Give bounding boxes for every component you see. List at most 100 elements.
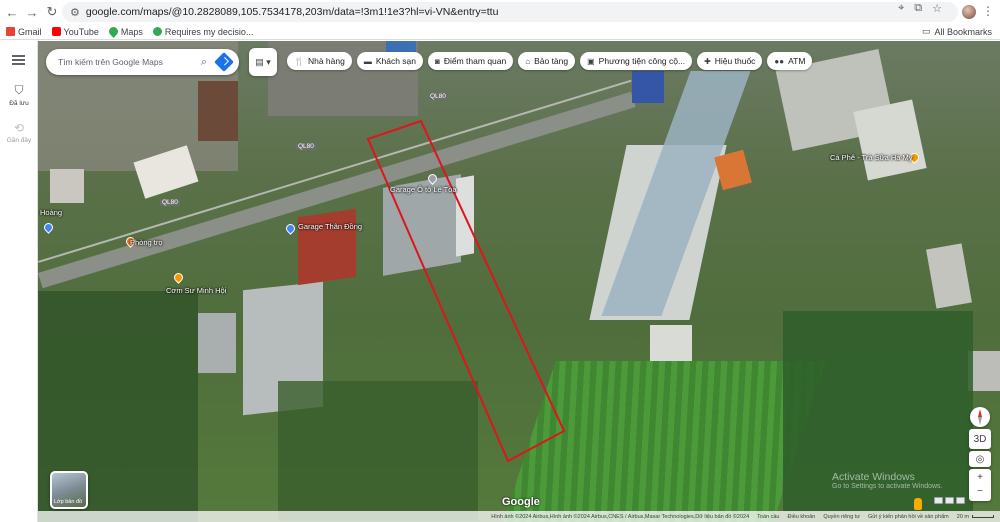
google-watermark: Google xyxy=(502,496,540,508)
check-circle-icon xyxy=(152,27,162,36)
zoom-controls: + − xyxy=(969,469,991,501)
chip-restaurants[interactable]: 🍴 Nhà hàng xyxy=(287,52,352,70)
camera-icon: ◙ xyxy=(435,56,440,66)
place-label[interactable]: Garage Thân Đồng xyxy=(298,222,362,231)
browser-toolbar: ← → ↻ ⚙ google.com/maps/@10.2828089,105.… xyxy=(0,0,1000,24)
layers-icon: ▤ ▾ xyxy=(255,56,271,67)
tilt-label: 3D xyxy=(973,433,987,445)
thumbnail[interactable] xyxy=(945,497,954,504)
map-layer-switcher[interactable]: Lớp bản đồ xyxy=(50,471,88,509)
chip-label: Khách sạn xyxy=(375,56,417,66)
location-icon[interactable]: ⌖ xyxy=(898,2,904,15)
chip-label: Phương tiện công cộ... xyxy=(598,56,686,66)
transit-icon: ▣ xyxy=(587,56,595,66)
reload-icon[interactable]: ↻ xyxy=(42,2,62,22)
thumbnail[interactable] xyxy=(956,497,965,504)
layers-toggle-button[interactable]: ▤ ▾ xyxy=(249,48,277,76)
footer-link[interactable]: Điều khoản xyxy=(788,514,816,520)
rail-recent[interactable]: ⟲ Gần đây xyxy=(0,121,38,144)
footer-link[interactable]: Toàn cầu xyxy=(757,514,779,520)
thumbnail[interactable] xyxy=(934,497,943,504)
place-label[interactable]: Cà Phê - Trà Sữa Hà My xyxy=(830,153,913,162)
chip-label: ATM xyxy=(788,56,806,66)
footer-link[interactable]: Gửi ý kiến phản hồi về sản phẩm xyxy=(868,514,949,520)
chip-atm[interactable]: ●● ATM xyxy=(767,52,813,70)
place-label[interactable]: Phòng trọ xyxy=(130,238,163,247)
rooftop xyxy=(650,325,692,363)
rooftop xyxy=(50,169,84,203)
directions-icon[interactable] xyxy=(214,52,234,72)
tilt-3d-button[interactable]: 3D xyxy=(969,429,991,449)
scale-bar[interactable]: 20 m xyxy=(957,514,994,520)
compass-icon[interactable] xyxy=(970,407,990,427)
maps-search-box[interactable]: Tìm kiếm trên Google Maps ⌕ xyxy=(46,49,239,75)
search-icon[interactable]: ⌕ xyxy=(201,56,207,69)
map-footer: Hình ảnh ©2024 Airbus,Hình ảnh ©2024 Air… xyxy=(38,511,1000,522)
all-bookmarks-label: All Bookmarks xyxy=(934,26,992,37)
chip-label: Hiệu thuốc xyxy=(714,56,756,66)
bookmarks-bar: Gmail YouTube Maps Requires my decisio..… xyxy=(0,24,1000,40)
bookmark-decisions[interactable]: Requires my decisio... xyxy=(152,26,254,37)
zoom-in-button[interactable]: + xyxy=(977,471,983,485)
place-label[interactable]: Cơm Sư Minh Hội xyxy=(166,286,226,295)
back-icon[interactable]: ← xyxy=(2,2,22,22)
rooftop xyxy=(198,81,238,141)
chip-transit[interactable]: ▣ Phương tiện công cộ... xyxy=(580,52,693,70)
bookmark-label: Gmail xyxy=(18,26,42,37)
all-bookmarks[interactable]: ▭ All Bookmarks xyxy=(922,26,992,37)
chip-pharmacy[interactable]: ✚ Hiệu thuốc xyxy=(697,52,763,70)
chip-label: Điểm tham quan xyxy=(443,56,507,66)
restaurant-icon: 🍴 xyxy=(294,56,304,66)
bookmark-label: Maps xyxy=(120,26,143,37)
address-bar[interactable]: ⚙ google.com/maps/@10.2828089,105.753417… xyxy=(62,2,958,22)
red-roof xyxy=(298,208,356,286)
rail-recent-label: Gần đây xyxy=(6,137,32,144)
omnibox-actions: ⌖ ⧉ ☆ xyxy=(898,2,942,15)
zoom-out-button[interactable]: − xyxy=(977,485,983,499)
search-input[interactable]: Tìm kiếm trên Google Maps xyxy=(58,57,201,67)
category-chips: 🍴 Nhà hàng ▬ Khách sạn ◙ Điểm tham quan ⌂ Bả… xyxy=(287,52,813,70)
atm-icon: ●● xyxy=(774,56,785,66)
chip-hotels[interactable]: ▬ Khách sạn xyxy=(356,52,424,70)
forward-icon[interactable]: → xyxy=(22,2,42,22)
bookmark-maps[interactable]: Maps xyxy=(107,25,143,38)
pharmacy-icon: ✚ xyxy=(704,56,711,66)
windows-activation-notice: Activate Windows Go to Settings to activ… xyxy=(832,471,943,490)
install-icon[interactable]: ⧉ xyxy=(914,2,922,15)
browser-menu-icon[interactable]: ⋮ xyxy=(982,4,994,18)
chip-museums[interactable]: ⌂ Bảo tàng xyxy=(518,52,576,70)
folder-icon: ▭ xyxy=(921,26,931,36)
bookmark-youtube[interactable]: YouTube xyxy=(51,26,99,37)
profile-avatar[interactable] xyxy=(962,5,976,19)
bookmark-gmail[interactable]: Gmail xyxy=(6,27,42,37)
hotel-icon: ▬ xyxy=(363,56,372,66)
url-text[interactable]: google.com/maps/@10.2828089,105.7534178,… xyxy=(86,6,499,18)
chip-attractions[interactable]: ◙ Điểm tham quan xyxy=(428,52,514,70)
bookmark-label: YouTube xyxy=(63,26,99,37)
activation-subtitle: Go to Settings to activate Windows. xyxy=(832,483,943,490)
location-target-icon: ◎ xyxy=(975,453,985,465)
warehouse-roof xyxy=(456,175,474,257)
rail-saved[interactable]: ⛉ Đã lưu xyxy=(0,83,38,107)
site-info-icon[interactable]: ⚙ xyxy=(70,6,80,19)
menu-icon[interactable] xyxy=(12,55,25,65)
maps-icon xyxy=(107,25,120,38)
imagery-thumbnails xyxy=(934,497,965,504)
bookmark-star-icon[interactable]: ☆ xyxy=(932,2,942,15)
crop-field xyxy=(500,361,826,522)
place-label[interactable]: Garage Ô tô Lê Tòa xyxy=(390,185,457,194)
youtube-icon xyxy=(51,27,61,36)
place-label[interactable]: Hoàng xyxy=(40,208,62,217)
museum-icon: ⌂ xyxy=(525,56,531,66)
my-location-button[interactable]: ◎ xyxy=(969,451,991,467)
footer-link[interactable]: Quyền riêng tư xyxy=(823,514,860,520)
tree-cover xyxy=(278,381,478,521)
maps-side-rail: ⛉ Đã lưu ⟲ Gần đây xyxy=(0,41,38,522)
bookmark-label: Requires my decisio... xyxy=(164,26,254,37)
road-label: QL80 xyxy=(296,143,316,150)
attribution-text: Hình ảnh ©2024 Airbus,Hình ảnh ©2024 Air… xyxy=(491,513,750,520)
street-view-pegman-icon[interactable] xyxy=(914,498,922,510)
map-canvas[interactable]: QL80 QL80 QL80 Garage Thân Đồng Cà Phê -… xyxy=(38,41,1000,522)
bookmark-icon: ⛉ xyxy=(14,83,24,97)
chip-label: Nhà hàng xyxy=(307,56,345,66)
